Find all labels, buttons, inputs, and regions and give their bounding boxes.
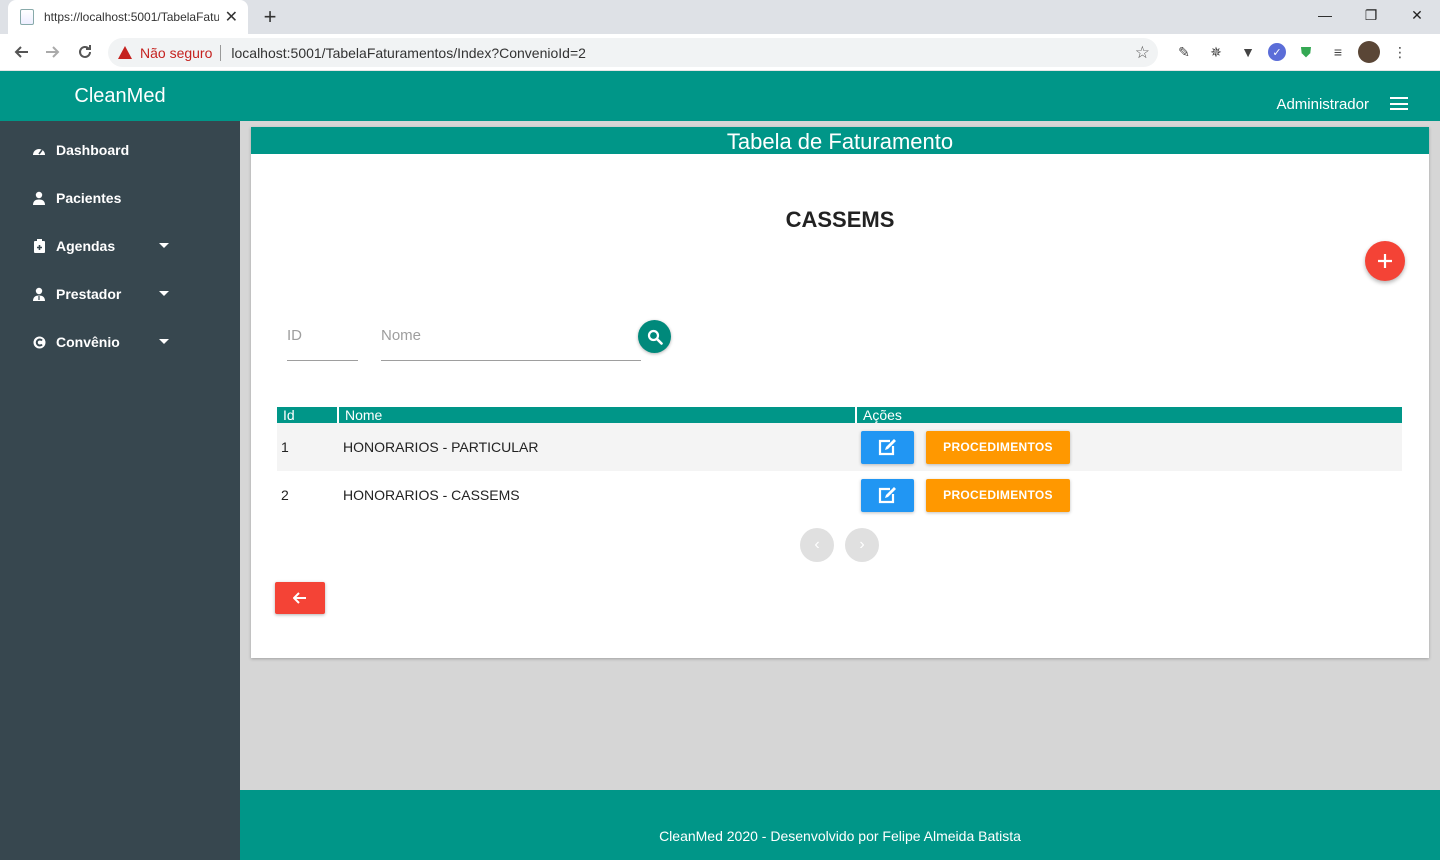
vue-extension-icon[interactable]: ▼: [1236, 40, 1260, 64]
top-bar: Administrador: [240, 71, 1440, 121]
minimize-icon[interactable]: —: [1302, 0, 1348, 30]
sidebar-item-label: Dashboard: [56, 142, 130, 158]
check-extension-icon[interactable]: ✓: [1268, 43, 1286, 61]
eyedropper-extension-icon[interactable]: ✎: [1172, 40, 1196, 64]
cell-id: 2: [281, 487, 289, 503]
sidebar-nav: Dashboard Pacientes Agendas Prestador Co…: [0, 121, 240, 366]
sidebar-item-agendas[interactable]: Agendas: [0, 222, 240, 270]
edit-icon: [878, 439, 896, 456]
browser-menu-icon[interactable]: ⋮: [1388, 40, 1412, 64]
footer: CleanMed 2020 - Desenvolvido por Felipe …: [240, 790, 1440, 860]
caret-down-icon: [159, 339, 169, 344]
new-tab-button[interactable]: +: [258, 4, 282, 30]
warning-icon: [118, 46, 132, 59]
add-button[interactable]: [1365, 241, 1405, 281]
next-page-button[interactable]: ›: [845, 528, 879, 562]
browser-tab[interactable]: https://localhost:5001/TabelaFatu ✕: [8, 0, 248, 34]
back-button[interactable]: [275, 582, 325, 614]
main-card: Tabela de Faturamento CASSEMS Id Nome Aç…: [251, 127, 1429, 658]
id-field[interactable]: [287, 319, 358, 361]
back-arrow-icon[interactable]: [9, 40, 33, 64]
forward-arrow-icon[interactable]: [41, 40, 65, 64]
plus-icon: [1378, 254, 1392, 268]
sidebar-item-pacientes[interactable]: Pacientes: [0, 174, 240, 222]
cell-nome: HONORARIOS - PARTICULAR: [343, 439, 539, 455]
table-row: 2 HONORARIOS - CASSEMS PROCEDIMENTOS: [277, 471, 1402, 519]
sidebar-item-prestador[interactable]: Prestador: [0, 270, 240, 318]
header-nome: Nome: [337, 407, 855, 423]
cell-acoes: PROCEDIMENTOS: [855, 430, 1402, 464]
security-status[interactable]: Não seguro: [140, 45, 212, 61]
id-input[interactable]: [287, 319, 358, 351]
sidebar-item-label: Convênio: [56, 334, 120, 350]
sidebar-item-label: Pacientes: [56, 190, 122, 206]
caret-down-icon: [159, 243, 169, 248]
header-id: Id: [283, 407, 295, 423]
browser-toolbar: Não seguro localhost:5001/TabelaFaturame…: [0, 34, 1440, 71]
cell-nome: HONORARIOS - CASSEMS: [343, 487, 520, 503]
close-tab-icon[interactable]: ✕: [225, 7, 238, 27]
octopus-extension-icon[interactable]: ✵: [1204, 40, 1228, 64]
browser-tab-bar: https://localhost:5001/TabelaFatu ✕ + — …: [0, 0, 1440, 34]
prev-page-button[interactable]: ‹: [800, 528, 834, 562]
cell-acoes: PROCEDIMENTOS: [855, 478, 1402, 512]
cell-id: 1: [281, 439, 289, 455]
caret-down-icon: [159, 291, 169, 296]
reload-icon[interactable]: [73, 40, 97, 64]
search-icon: [647, 329, 663, 345]
window-close-icon[interactable]: ✕: [1394, 0, 1440, 30]
edit-button[interactable]: [861, 478, 914, 512]
brand-logo[interactable]: CleanMed: [0, 71, 240, 121]
procedimentos-button[interactable]: PROCEDIMENTOS: [926, 430, 1070, 464]
address-bar[interactable]: Não seguro localhost:5001/TabelaFaturame…: [108, 38, 1158, 67]
restore-icon[interactable]: ❐: [1348, 0, 1394, 30]
card-title: Tabela de Faturamento: [251, 127, 1429, 154]
clipboard-icon: [32, 239, 46, 253]
window-controls: — ❐ ✕: [1302, 0, 1440, 34]
table-row: 1 HONORARIOS - PARTICULAR PROCEDIMENTOS: [277, 423, 1402, 471]
user-icon: [32, 191, 46, 205]
sidebar: CleanMed Dashboard Pacientes Agendas Pre…: [0, 71, 240, 860]
faturamento-table: Id Nome Ações 1 HONORARIOS - PARTICULAR …: [277, 407, 1402, 519]
profile-avatar[interactable]: [1358, 41, 1380, 63]
sidebar-item-dashboard[interactable]: Dashboard: [0, 126, 240, 174]
arrow-left-icon: [293, 592, 306, 604]
extensions-area: ✎ ✵ ▼ ✓ ⛊ ≡ ⋮: [1172, 40, 1412, 64]
page-icon: [20, 9, 34, 25]
user-name[interactable]: Administrador: [1276, 96, 1369, 113]
gauge-icon: [32, 143, 46, 157]
divider: [220, 44, 222, 61]
header-acoes: Ações: [855, 407, 1402, 423]
procedimentos-button[interactable]: PROCEDIMENTOS: [926, 478, 1070, 512]
user-doctor-icon: [32, 287, 46, 301]
media-queue-icon[interactable]: ≡: [1326, 40, 1350, 64]
tab-title: https://localhost:5001/TabelaFatu: [44, 10, 219, 24]
bookmark-star-icon[interactable]: ☆: [1135, 43, 1150, 63]
copyright-icon: [32, 335, 46, 349]
hamburger-menu-icon[interactable]: [1390, 97, 1408, 110]
shield-extension-icon[interactable]: ⛊: [1294, 40, 1318, 64]
sidebar-item-convenio[interactable]: Convênio: [0, 318, 240, 366]
nome-field[interactable]: [381, 319, 641, 361]
sidebar-item-label: Prestador: [56, 286, 122, 302]
sidebar-item-label: Agendas: [56, 238, 116, 254]
table-header: Id Nome Ações: [277, 407, 1402, 423]
url-text[interactable]: localhost:5001/TabelaFaturamentos/Index?…: [231, 45, 586, 61]
edit-button[interactable]: [861, 430, 914, 464]
convenio-name: CASSEMS: [785, 207, 895, 232]
nome-input[interactable]: [381, 319, 641, 351]
edit-icon: [878, 487, 896, 504]
search-button[interactable]: [638, 320, 671, 353]
